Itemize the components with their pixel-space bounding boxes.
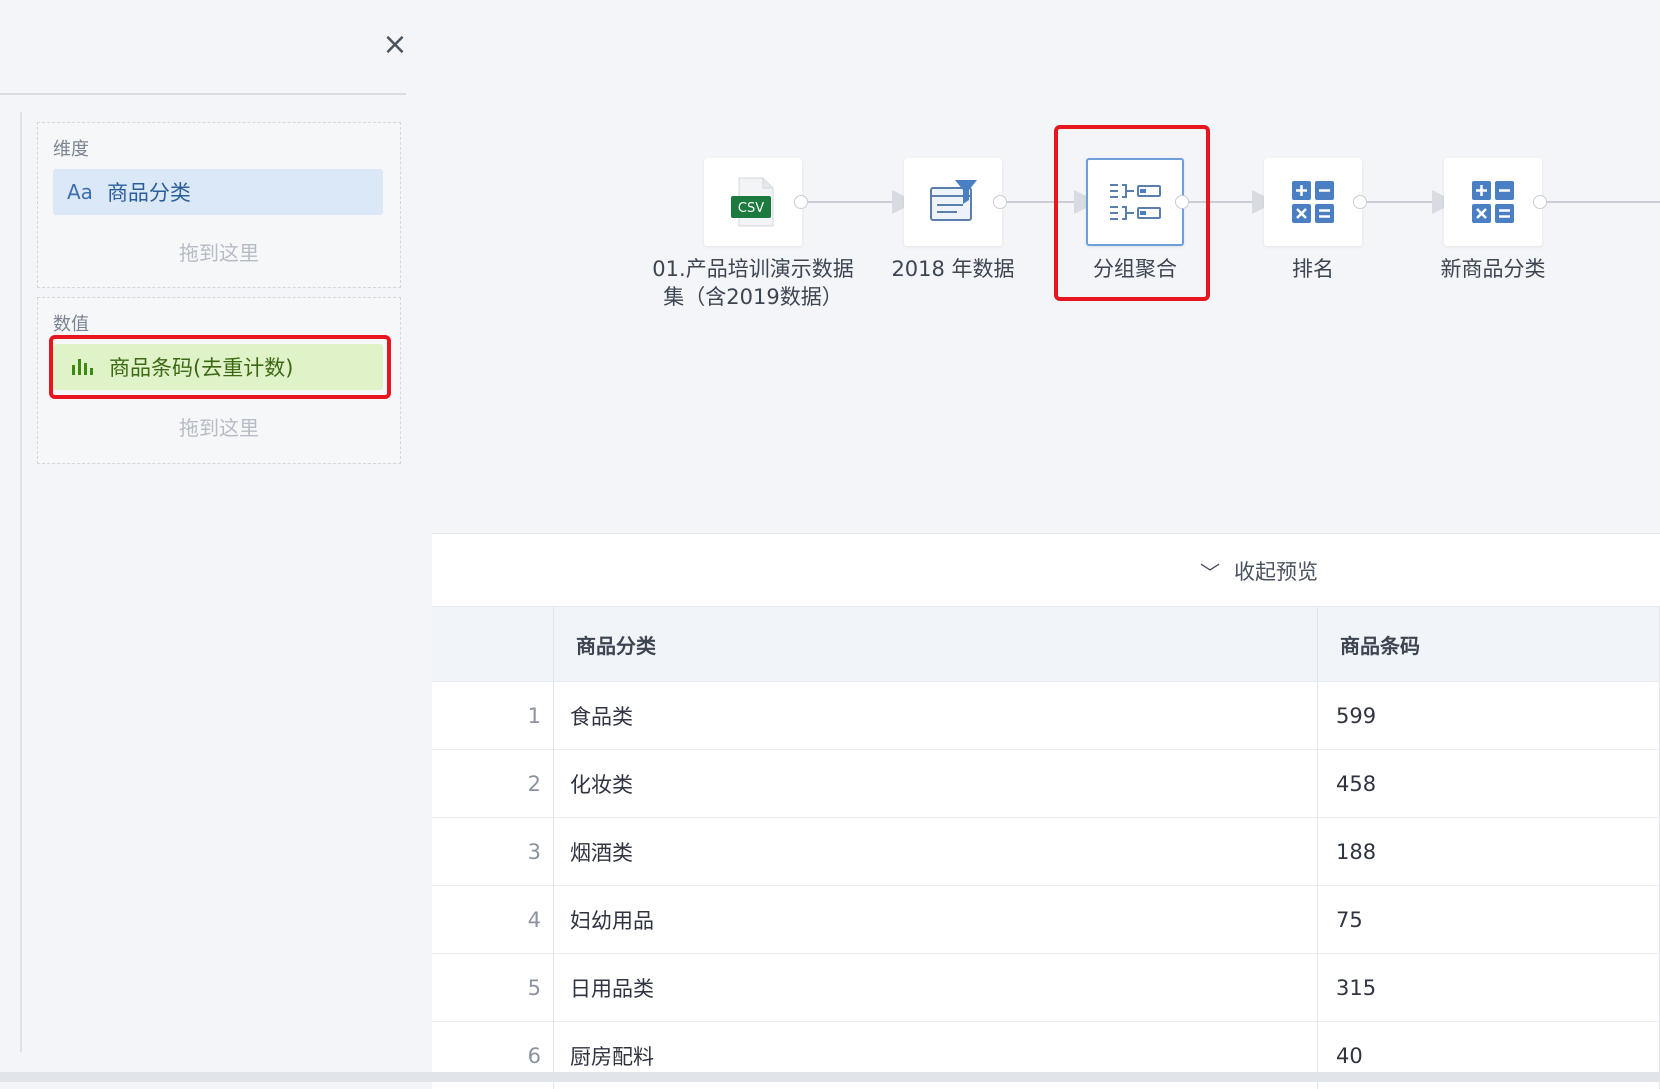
row-index: 4	[432, 886, 554, 954]
dimension-drop-zone[interactable]: 拖到这里	[38, 237, 400, 266]
flow-link	[1547, 201, 1660, 203]
preview-table: 商品分类 商品条码 1 食品类 599 2 化妆类 458 3 烟酒类 188 …	[432, 607, 1660, 1089]
dimension-chip[interactable]: Aa 商品分类	[53, 169, 383, 215]
measure-drop-zone[interactable]: 拖到这里	[38, 412, 400, 441]
flow-canvas: CSV 01.产品培训演示数据 集（含2019数据） 2018 年数据	[432, 0, 1660, 530]
cell-code: 458	[1318, 750, 1660, 818]
flow-node-csv[interactable]: CSV	[704, 158, 802, 246]
collapse-preview-button[interactable]: ﹀ 收起预览	[1200, 556, 1318, 586]
flow-port[interactable]	[1353, 195, 1367, 209]
flow-port[interactable]	[1533, 195, 1547, 209]
csv-file-icon: CSV	[725, 174, 781, 230]
text-type-icon: Aa	[67, 180, 93, 204]
calculator-icon	[1290, 179, 1336, 225]
flow-port[interactable]	[993, 195, 1007, 209]
cell-category: 妇幼用品	[554, 886, 1318, 954]
bottom-scroll-bar	[0, 1072, 1660, 1082]
close-icon[interactable]: ×	[380, 30, 410, 60]
filter-icon	[927, 178, 979, 226]
cell-code: 315	[1318, 954, 1660, 1022]
flow-node-new-category-label: 新商品分类	[1408, 255, 1578, 283]
field-panel: × 维度 Aa 商品分类 拖到这里 数值 商品条码(去重计数) 拖到这里	[0, 0, 430, 1082]
measure-section-label: 数值	[53, 310, 89, 336]
preview-bar: ﹀ 收起预览	[432, 533, 1660, 607]
flow-node-new-category[interactable]	[1444, 158, 1542, 246]
panel-divider	[0, 93, 406, 95]
row-index: 2	[432, 750, 554, 818]
flow-node-rank-label: 排名	[1243, 255, 1383, 283]
flow-node-csv-label: 01.产品培训演示数据 集（含2019数据）	[648, 255, 858, 311]
table-row: 4 妇幼用品 75	[432, 886, 1660, 954]
cell-code: 599	[1318, 682, 1660, 750]
flow-node-filter[interactable]	[904, 158, 1002, 246]
collapse-preview-label: 收起预览	[1234, 556, 1318, 586]
cell-category: 烟酒类	[554, 818, 1318, 886]
row-index: 5	[432, 954, 554, 1022]
measure-highlight-box	[49, 335, 391, 399]
cell-category: 食品类	[554, 682, 1318, 750]
cell-code: 188	[1318, 818, 1660, 886]
cell-category: 化妆类	[554, 750, 1318, 818]
column-header-code[interactable]: 商品条码	[1318, 607, 1660, 682]
table-row: 1 食品类 599	[432, 682, 1660, 750]
table-row: 3 烟酒类 188	[432, 818, 1660, 886]
column-header-category[interactable]: 商品分类	[554, 607, 1318, 682]
flow-node-filter-label: 2018 年数据	[863, 255, 1043, 283]
row-index-header	[432, 607, 554, 682]
cell-code: 75	[1318, 886, 1660, 954]
flow-node-rank[interactable]	[1264, 158, 1362, 246]
svg-text:CSV: CSV	[738, 201, 764, 216]
table-row: 5 日用品类 315	[432, 954, 1660, 1022]
panel-left-rule	[20, 112, 22, 1052]
chevron-down-icon: ﹀	[1200, 557, 1220, 586]
cell-category: 日用品类	[554, 954, 1318, 1022]
table-header-row: 商品分类 商品条码	[432, 607, 1660, 682]
row-index: 1	[432, 682, 554, 750]
row-index: 3	[432, 818, 554, 886]
table-row: 2 化妆类 458	[432, 750, 1660, 818]
calculator-icon	[1470, 179, 1516, 225]
dimension-section-label: 维度	[53, 135, 89, 161]
main-area: CSV 01.产品培训演示数据 集（含2019数据） 2018 年数据	[432, 0, 1660, 1082]
dimension-section: 维度 Aa 商品分类 拖到这里	[37, 122, 401, 288]
dimension-chip-label: 商品分类	[107, 177, 191, 207]
group-aggregate-highlight-box	[1054, 125, 1210, 301]
flow-port[interactable]	[794, 195, 808, 209]
